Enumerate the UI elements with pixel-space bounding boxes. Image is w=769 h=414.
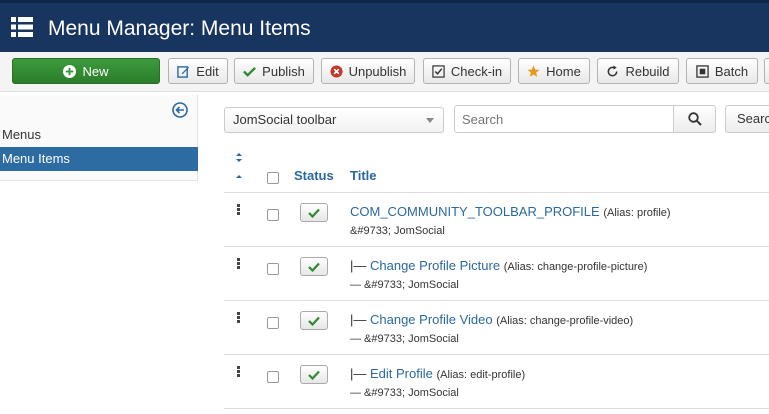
published-status-button[interactable] xyxy=(300,257,328,276)
row-checkbox[interactable] xyxy=(267,371,279,383)
row-title-line: COM_COMMUNITY_TOOLBAR_PROFILE (Alias: pr… xyxy=(350,204,671,219)
row-title-line: |— Change Profile Picture (Alias: change… xyxy=(350,258,647,273)
row-menu: — &#9733; JomSocial xyxy=(350,279,459,291)
drag-handle-icon[interactable] xyxy=(237,204,240,216)
check-icon xyxy=(243,65,257,78)
checkbox-icon xyxy=(432,64,445,78)
row-alias: (Alias: profile) xyxy=(603,207,671,219)
published-status-button[interactable] xyxy=(300,311,328,330)
menu-select[interactable]: JomSocial toolbar xyxy=(224,107,444,133)
check-icon xyxy=(308,316,320,326)
unpublish-icon xyxy=(330,64,343,78)
home-button-label: Home xyxy=(546,63,581,79)
toolbar: New Edit Publish Unpublish Check-in Home xyxy=(0,52,769,92)
table-row: |— Change Profile Picture (Alias: change… xyxy=(224,247,769,301)
toolbar-overflow-button[interactable] xyxy=(764,58,769,84)
refresh-icon xyxy=(606,64,619,78)
search-input[interactable] xyxy=(454,105,674,133)
menu-select-value: JomSocial toolbar xyxy=(233,112,337,127)
publish-button[interactable]: Publish xyxy=(234,58,314,84)
caret-down-icon xyxy=(426,118,434,123)
sidebar-item-menus[interactable]: Menus xyxy=(0,123,198,147)
row-title-line: |— Change Profile Video (Alias: change-p… xyxy=(350,312,633,327)
row-indent: |— xyxy=(350,312,370,327)
row-title-link[interactable]: Change Profile Picture xyxy=(370,258,500,273)
row-menu: — &#9733; JomSocial xyxy=(350,387,459,399)
search-tools-label: Search xyxy=(737,111,769,126)
check-icon xyxy=(308,208,320,218)
drag-handle-icon[interactable] xyxy=(237,312,240,324)
batch-icon xyxy=(696,64,709,78)
table-row: |— Change Profile Video (Alias: change-p… xyxy=(224,301,769,355)
publish-button-label: Publish xyxy=(262,63,305,79)
sidebar-item-label: Menu Items xyxy=(2,151,70,166)
home-button[interactable]: Home xyxy=(518,58,590,84)
check-in-button[interactable]: Check-in xyxy=(423,58,511,84)
row-menu: — &#9733; JomSocial xyxy=(350,333,459,345)
batch-button[interactable]: Batch xyxy=(686,58,758,84)
sidebar-item-label: Menus xyxy=(2,127,42,142)
list-icon[interactable] xyxy=(11,16,33,38)
star-icon xyxy=(527,64,540,78)
row-alias: (Alias: change-profile-video) xyxy=(496,315,634,327)
published-status-button[interactable] xyxy=(300,365,328,384)
column-header-title[interactable]: Title xyxy=(350,168,377,183)
unpublish-button[interactable]: Unpublish xyxy=(321,58,415,84)
row-checkbox[interactable] xyxy=(267,209,279,221)
plus-circle-icon xyxy=(63,64,77,78)
column-header-status[interactable]: Status xyxy=(294,168,334,183)
table-header: Status Title xyxy=(224,146,769,193)
row-title-link[interactable]: Edit Profile xyxy=(370,366,433,381)
drag-handle-icon[interactable] xyxy=(237,258,240,270)
page-title: Menu Manager: Menu Items xyxy=(48,17,311,40)
select-all-checkbox[interactable] xyxy=(267,172,279,184)
row-checkbox[interactable] xyxy=(267,263,279,275)
search-icon xyxy=(687,112,702,126)
sidebar: Menus Menu Items xyxy=(0,95,198,181)
collapse-sidebar-icon[interactable] xyxy=(172,102,188,118)
check-in-button-label: Check-in xyxy=(450,63,503,79)
edit-button-label: Edit xyxy=(196,63,219,79)
new-button[interactable]: New xyxy=(12,58,160,84)
drag-handle-icon[interactable] xyxy=(237,366,240,378)
search-button[interactable] xyxy=(673,105,716,133)
row-indent: |— xyxy=(350,366,370,381)
check-icon xyxy=(308,262,320,272)
published-status-button[interactable] xyxy=(300,203,328,222)
row-indent: |— xyxy=(350,258,370,273)
edit-icon xyxy=(177,65,190,78)
ordering-sort-icon[interactable] xyxy=(234,151,244,179)
table-row: |— Edit Profile (Alias: edit-profile) — … xyxy=(224,355,769,409)
batch-button-label: Batch xyxy=(714,63,749,79)
row-title-link[interactable]: COM_COMMUNITY_TOOLBAR_PROFILE xyxy=(350,204,600,219)
rebuild-button-label: Rebuild xyxy=(625,63,670,79)
row-menu: &#9733; JomSocial xyxy=(350,225,445,237)
top-header: Menu Manager: Menu Items xyxy=(0,0,769,52)
check-icon xyxy=(308,370,320,380)
row-alias: (Alias: change-profile-picture) xyxy=(503,261,648,273)
row-title-line: |— Edit Profile (Alias: edit-profile) xyxy=(350,366,525,381)
table-row: COM_COMMUNITY_TOOLBAR_PROFILE (Alias: pr… xyxy=(224,193,769,247)
row-alias: (Alias: edit-profile) xyxy=(436,369,526,381)
search-tools-button[interactable]: Search xyxy=(725,105,769,133)
new-button-label: New xyxy=(82,63,109,79)
row-title-link[interactable]: Change Profile Video xyxy=(370,312,493,327)
edit-button[interactable]: Edit xyxy=(168,58,228,84)
sidebar-item-menu-items[interactable]: Menu Items xyxy=(0,147,198,171)
unpublish-button-label: Unpublish xyxy=(348,63,407,79)
row-checkbox[interactable] xyxy=(267,317,279,329)
rebuild-button[interactable]: Rebuild xyxy=(597,58,679,84)
